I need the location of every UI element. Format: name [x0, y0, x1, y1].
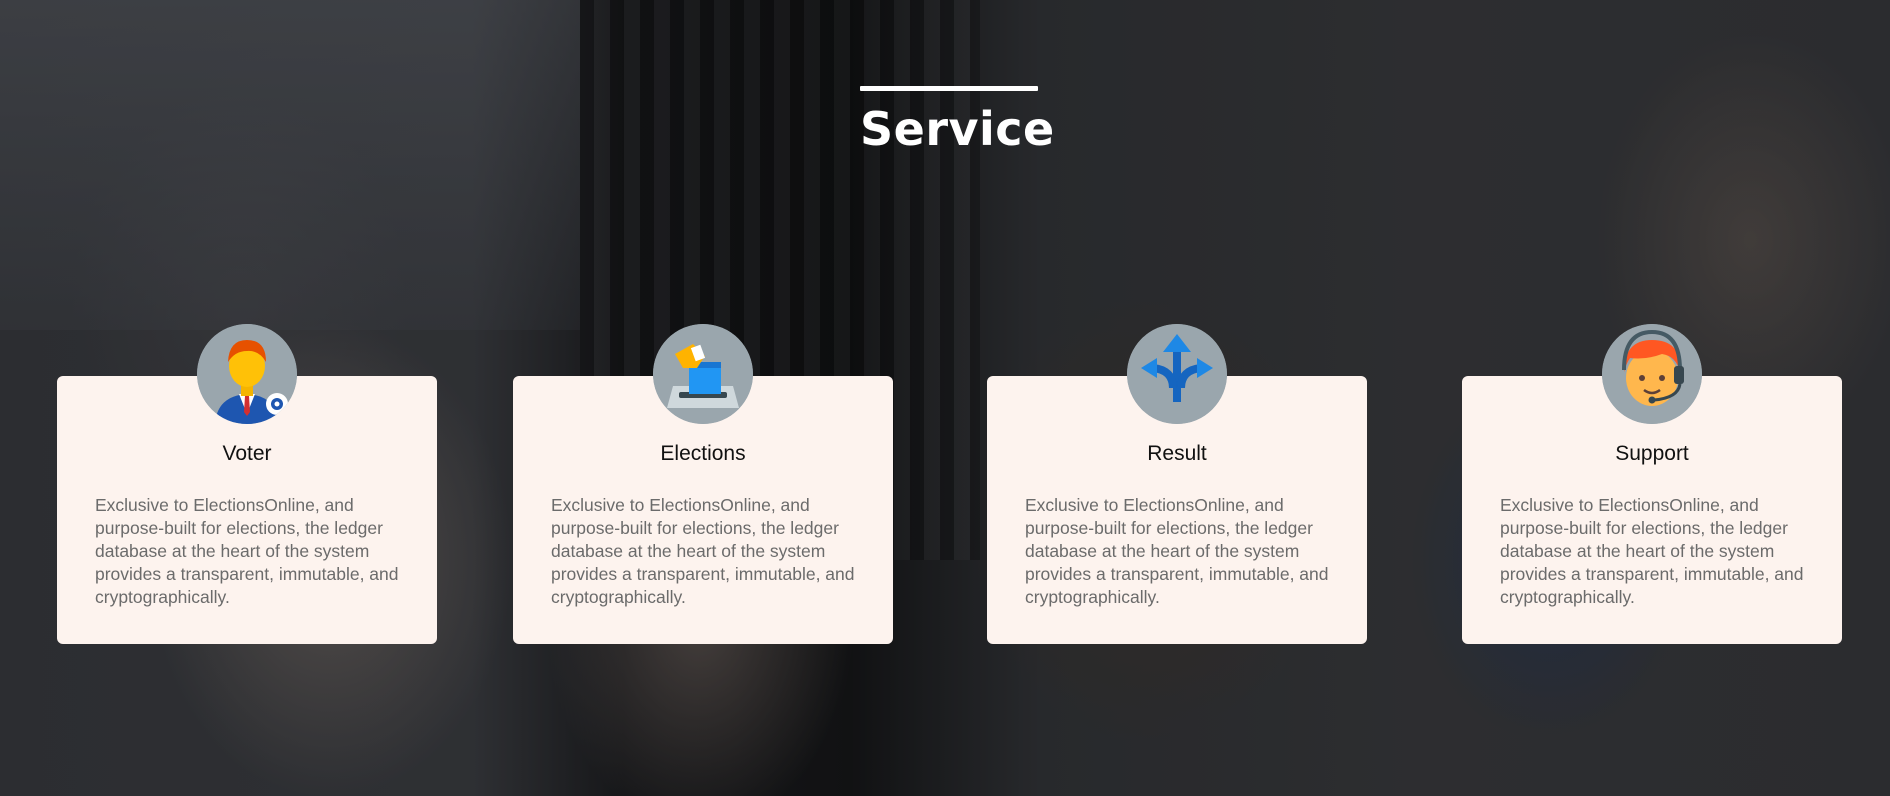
card-title: Voter: [222, 442, 272, 465]
card-description: Exclusive to ElectionsOnline, and purpos…: [95, 495, 399, 607]
service-card-result[interactable]: Result Exclusive to ElectionsOnline, and…: [987, 324, 1367, 644]
section-header: Service: [860, 86, 1055, 157]
title-underline: [860, 86, 1038, 91]
card-title: Result: [1147, 442, 1207, 465]
card-description: Exclusive to ElectionsOnline, and purpos…: [551, 495, 855, 607]
section-title: Service: [860, 102, 1055, 156]
support-headset-icon: [1602, 324, 1702, 424]
card-title: Elections: [660, 442, 746, 465]
split-arrows-icon: [1127, 324, 1227, 424]
voter-user-icon: [197, 324, 297, 424]
card-description: Exclusive to ElectionsOnline, and purpos…: [1025, 495, 1329, 607]
ballot-box-icon: [653, 324, 753, 424]
service-card-elections[interactable]: Elections Exclusive to ElectionsOnline, …: [513, 324, 893, 644]
service-card-voter[interactable]: Voter Exclusive to ElectionsOnline, and …: [57, 324, 437, 644]
card-description: Exclusive to ElectionsOnline, and purpos…: [1500, 495, 1804, 607]
card-title: Support: [1615, 442, 1689, 465]
service-card-support[interactable]: Support Exclusive to ElectionsOnline, an…: [1462, 324, 1842, 644]
